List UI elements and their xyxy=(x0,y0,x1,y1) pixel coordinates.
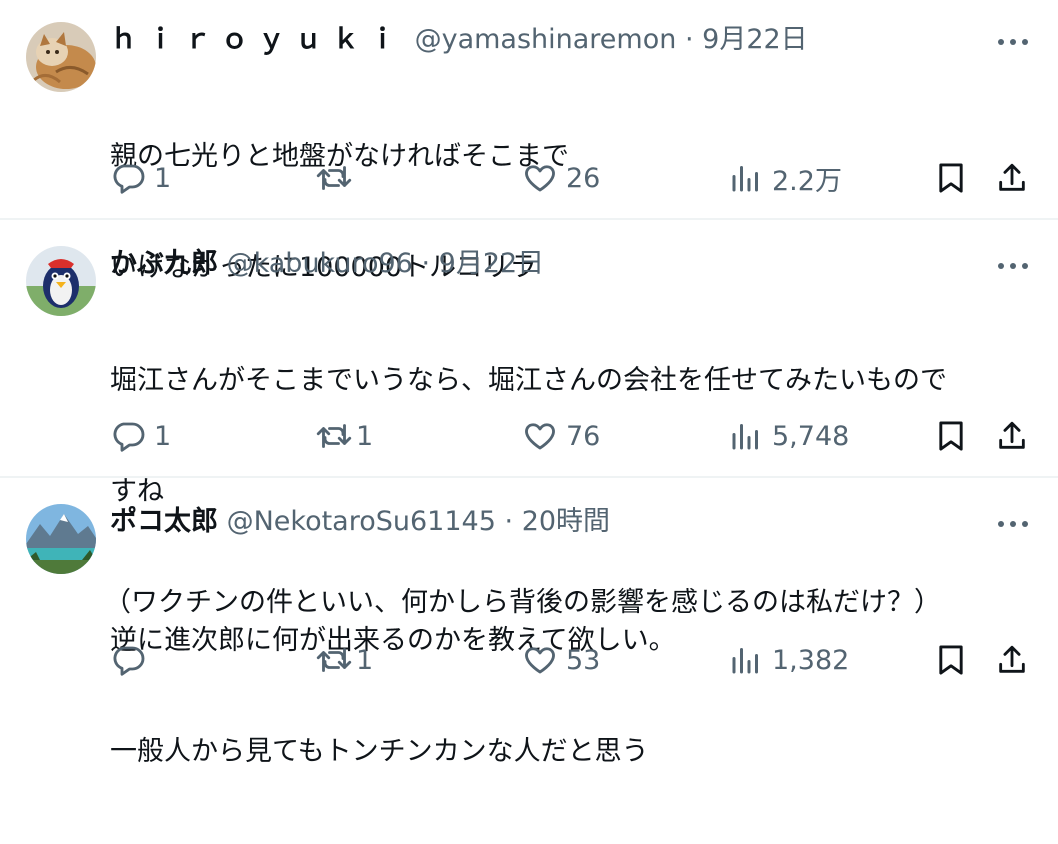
dot-separator: · xyxy=(421,248,431,279)
heart-icon xyxy=(522,418,558,454)
bookmark-button[interactable] xyxy=(935,416,967,456)
share-button[interactable] xyxy=(995,640,1029,680)
more-options-icon[interactable] xyxy=(995,256,1031,276)
display-name[interactable]: かぶ九郎 xyxy=(110,248,218,279)
reply-count: 1 xyxy=(154,162,172,194)
like-count: 76 xyxy=(566,420,601,452)
more-options-icon[interactable] xyxy=(995,514,1031,534)
reply-icon xyxy=(110,160,146,196)
tweet-header: ｈｉｒｏｙｕｋｉ @yamashinaremon · 9月22日 xyxy=(110,22,808,58)
reply-icon xyxy=(110,642,146,678)
share-button[interactable] xyxy=(995,416,1029,456)
retweet-icon xyxy=(314,418,354,454)
bar-chart-icon xyxy=(728,160,764,196)
retweet-icon xyxy=(314,642,354,678)
share-button[interactable] xyxy=(995,158,1029,198)
bookmark-icon xyxy=(935,642,967,678)
views-button[interactable]: 5,748 xyxy=(728,416,849,456)
bookmark-icon xyxy=(935,418,967,454)
view-count: 5,748 xyxy=(772,420,850,452)
retweet-count: 1 xyxy=(356,420,374,452)
retweet-icon xyxy=(314,160,354,196)
avatar[interactable] xyxy=(26,22,96,92)
like-count: 53 xyxy=(566,644,601,676)
timestamp[interactable]: 9月22日 xyxy=(439,248,545,279)
retweet-count: 1 xyxy=(356,644,374,676)
heart-icon xyxy=(522,160,558,196)
like-button[interactable]: 53 xyxy=(522,640,600,680)
view-count: 1,382 xyxy=(772,644,850,676)
like-count: 26 xyxy=(566,162,601,194)
views-button[interactable]: 2.2万 xyxy=(728,158,842,198)
reply-button[interactable] xyxy=(110,640,154,680)
bar-chart-icon xyxy=(728,418,764,454)
timestamp[interactable]: 9月22日 xyxy=(702,24,808,55)
more-options-icon[interactable] xyxy=(995,32,1031,52)
tweet-3[interactable]: ポコ太郎 @NekotaroSu61145 · 20時間 逆に進次郎に何が出来る… xyxy=(0,478,1058,767)
tweet-header: ポコ太郎 @NekotaroSu61145 · 20時間 xyxy=(110,504,610,540)
view-count: 2.2万 xyxy=(772,165,842,197)
reply-button[interactable]: 1 xyxy=(110,416,171,456)
bookmark-button[interactable] xyxy=(935,158,967,198)
reply-button[interactable]: 1 xyxy=(110,158,171,198)
timestamp[interactable]: 20時間 xyxy=(522,506,610,537)
tweet-2[interactable]: かぶ九郎 @kabukuro96 · 9月22日 堀江さんがそこまでいうなら、堀… xyxy=(0,220,1058,618)
share-icon xyxy=(995,642,1029,678)
dot-separator: · xyxy=(504,506,514,537)
share-icon xyxy=(995,160,1029,196)
tweet-text-line: 堀江さんがそこまでいうなら、堀江さんの会社を任せてみたいもので xyxy=(110,365,947,396)
bookmark-icon xyxy=(935,160,967,196)
display-name[interactable]: ポコ太郎 xyxy=(110,506,218,537)
tweet-header: かぶ九郎 @kabukuro96 · 9月22日 xyxy=(110,246,544,282)
avatar[interactable] xyxy=(26,504,96,574)
user-handle[interactable]: @yamashinaremon xyxy=(415,24,677,55)
reply-count: 1 xyxy=(154,420,172,452)
tweet-text-line: 一般人から見てもトンチンカンな人だと思う xyxy=(110,736,649,767)
retweet-button[interactable]: 1 xyxy=(314,640,373,680)
tweet-1[interactable]: ｈｉｒｏｙｕｋｉ @yamashinaremon · 9月22日 親の七光りと地… xyxy=(0,0,1058,283)
user-handle[interactable]: @NekotaroSu61145 xyxy=(227,506,496,537)
dot-separator: · xyxy=(684,24,694,55)
like-button[interactable]: 76 xyxy=(522,416,600,456)
bookmark-button[interactable] xyxy=(935,640,967,680)
user-handle[interactable]: @kabukuro96 xyxy=(227,248,413,279)
display-name[interactable]: ｈｉｒｏｙｕｋｉ xyxy=(110,24,406,55)
share-icon xyxy=(995,418,1029,454)
tweet-text: 逆に進次郎に何が出来るのかを教えて欲しい。 一般人から見てもトンチンカンな人だと… xyxy=(110,548,676,844)
bar-chart-icon xyxy=(728,642,764,678)
retweet-button[interactable] xyxy=(314,158,362,198)
reply-icon xyxy=(110,418,146,454)
avatar[interactable] xyxy=(26,246,96,316)
like-button[interactable]: 26 xyxy=(522,158,600,198)
heart-icon xyxy=(522,642,558,678)
views-button[interactable]: 1,382 xyxy=(728,640,849,680)
retweet-button[interactable]: 1 xyxy=(314,416,373,456)
